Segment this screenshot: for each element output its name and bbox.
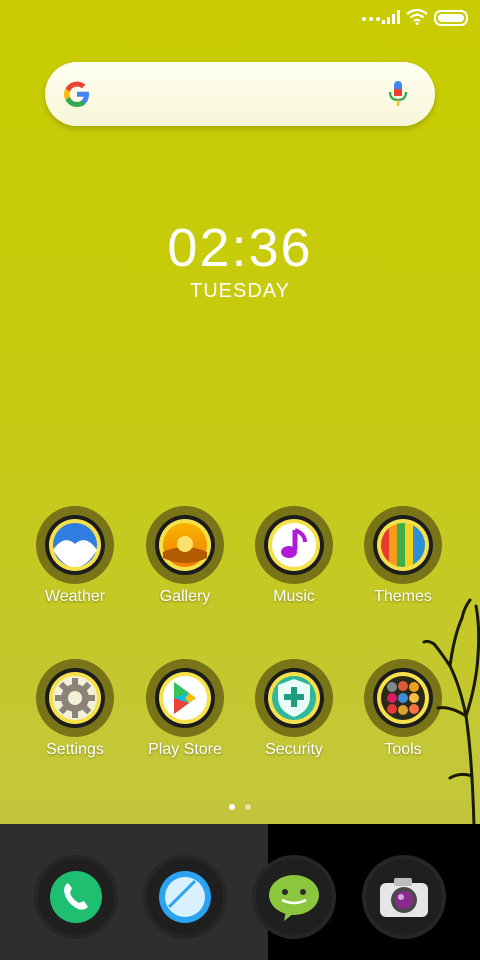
browser-icon [159,871,211,923]
gallery-icon [159,519,211,571]
clock-day: TUESDAY [190,280,290,302]
microphone-icon[interactable] [387,80,409,108]
security-shield-icon [268,672,320,724]
phone-icon [50,871,102,923]
app-settings[interactable]: Settings [20,659,130,759]
cell-signal-icon [382,10,400,24]
battery-icon [434,10,468,26]
google-search-bar[interactable] [45,62,435,126]
app-label: Weather [44,588,106,605]
app-weather[interactable]: Weather [20,506,130,606]
app-music[interactable]: Music [239,506,349,606]
app-label: Settings [46,741,104,758]
app-themes[interactable]: Themes [348,506,458,606]
signal-dots-icon [362,17,380,21]
wifi-icon [406,9,428,25]
app-label: Music [273,588,315,605]
app-play-store[interactable]: Play Store [130,659,240,759]
dock-messaging[interactable] [256,859,332,935]
page-indicator [0,804,480,810]
app-label: Gallery [159,588,211,605]
google-g-icon [64,81,89,107]
dock-phone[interactable] [38,859,114,935]
weather-icon [49,519,101,571]
tree-silhouette-decoration [422,598,480,826]
play-store-icon [159,672,211,724]
app-gallery[interactable]: Gallery [130,506,240,606]
clock-widget[interactable]: 02:36 TUESDAY [0,218,480,303]
status-bar [0,0,480,34]
page-dot [245,804,251,810]
app-label: Play Store [148,741,222,758]
app-label: Security [265,741,323,758]
dock-browser[interactable] [147,859,223,935]
page-dot-active [229,804,235,810]
dock-camera[interactable] [366,859,442,935]
music-icon [268,519,320,571]
settings-gear-icon [49,672,101,724]
clock-time: 02:36 [167,218,313,278]
camera-icon [380,878,428,917]
messaging-icon [269,875,319,921]
dock [0,824,480,960]
app-security[interactable]: Security [239,659,349,759]
themes-icon [377,519,429,571]
